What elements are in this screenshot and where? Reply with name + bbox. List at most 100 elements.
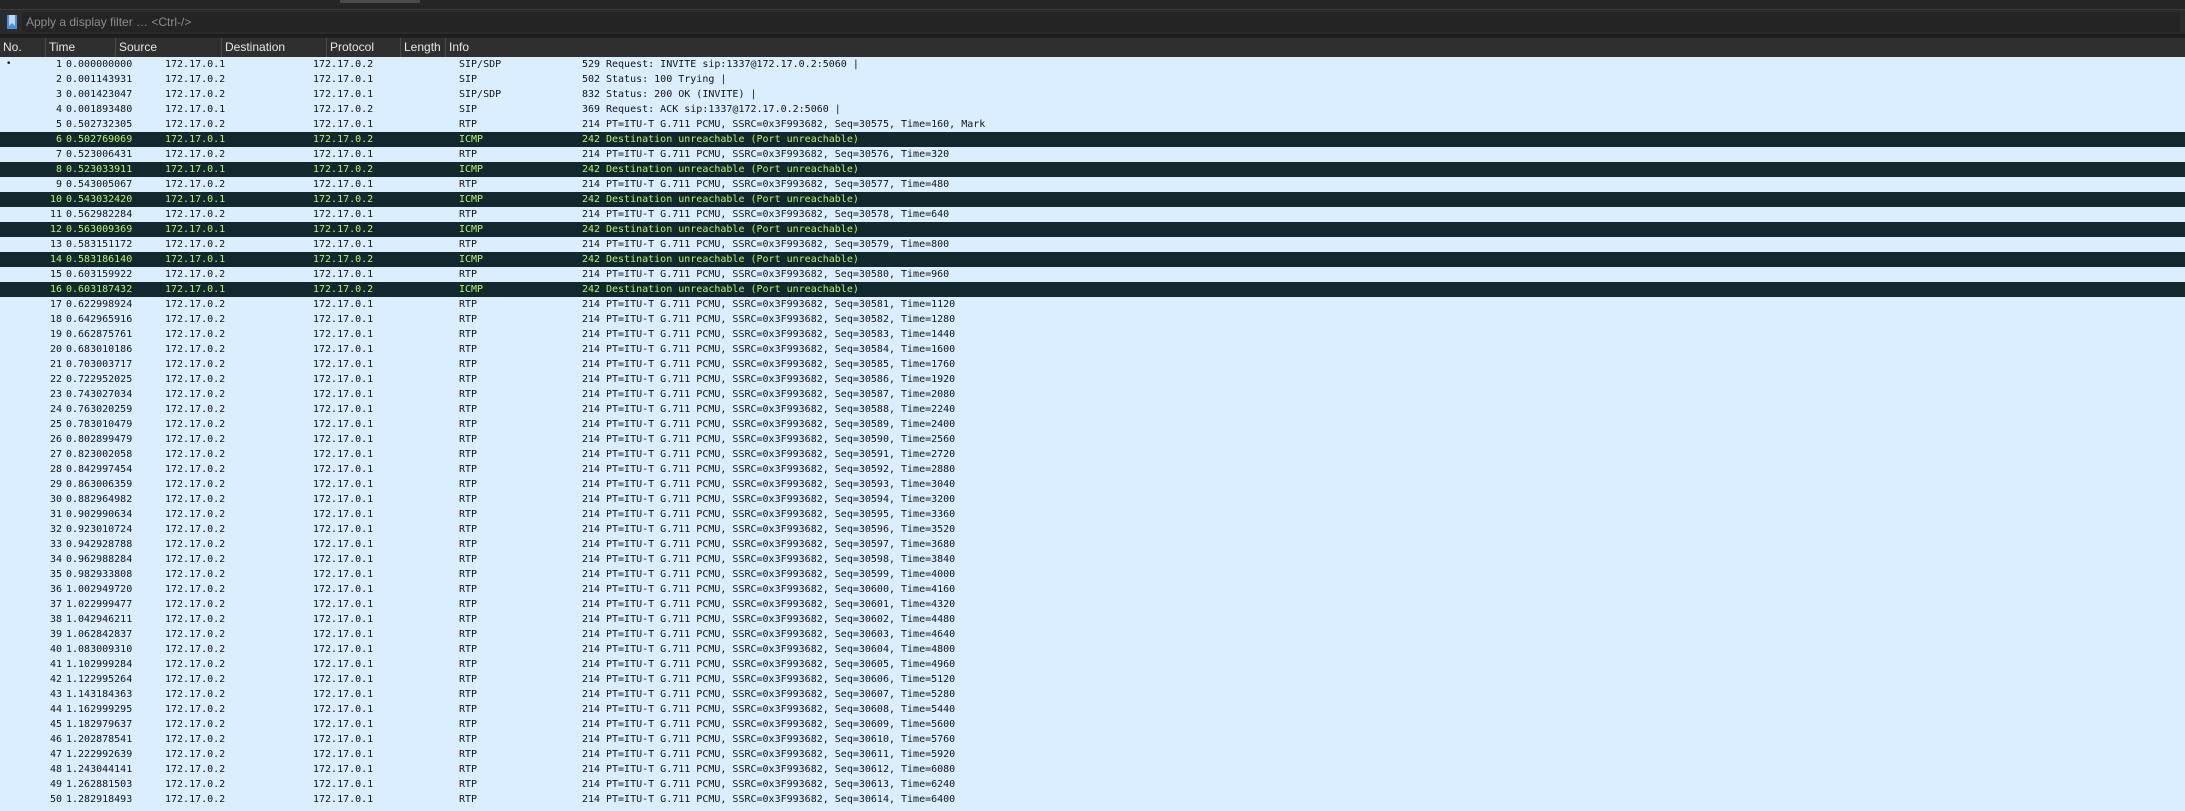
packet-row[interactable]: 38 1.042946211 172.17.0.2 172.17.0.1 RTP 214 P… — [0, 612, 2185, 627]
packet-row[interactable]: 37 1.022999477 172.17.0.2 172.17.0.1 RTP 214 P… — [0, 597, 2185, 612]
packet-row[interactable]: 8 0.523033911 172.17.0.1 172.17.0.2 ICMP 242 D… — [0, 162, 2185, 177]
packet-row[interactable]: 2 0.001143931 172.17.0.2 172.17.0.1 SIP 502 St… — [0, 72, 2185, 87]
packet-destination: 172.17.0.1 — [313, 119, 374, 130]
packet-source: 172.17.0.2 — [165, 434, 226, 445]
display-filter-input[interactable] — [22, 12, 2180, 32]
packet-row[interactable]: 49 1.262881503 172.17.0.2 172.17.0.1 RTP 214 P… — [0, 777, 2185, 792]
packet-row[interactable]: 6 0.502769069 172.17.0.1 172.17.0.2 ICMP 242 D… — [0, 132, 2185, 147]
packet-row[interactable]: 4 0.001893480 172.17.0.1 172.17.0.2 SIP 369 Re… — [0, 102, 2185, 117]
packet-row[interactable]: 17 0.622998924 172.17.0.2 172.17.0.1 RTP 214 P… — [0, 297, 2185, 312]
column-header-no[interactable]: No. — [0, 38, 46, 57]
packet-row[interactable]: 39 1.062842837 172.17.0.2 172.17.0.1 RTP 214 P… — [0, 627, 2185, 642]
packet-row[interactable]: 24 0.763020259 172.17.0.2 172.17.0.1 RTP 214 P… — [0, 402, 2185, 417]
tab-strip-hint — [340, 0, 420, 3]
packet-protocol: ICMP — [459, 254, 484, 265]
packet-row[interactable]: 29 0.863006359 172.17.0.2 172.17.0.1 RTP 214 P… — [0, 477, 2185, 492]
packet-row[interactable]: 27 0.823002058 172.17.0.2 172.17.0.1 RTP 214 P… — [0, 447, 2185, 462]
packet-time: 1.143184363 — [66, 689, 133, 700]
packet-source: 172.17.0.2 — [165, 719, 226, 730]
bookmark-icon[interactable] — [4, 13, 20, 31]
packet-row[interactable]: 42 1.122995264 172.17.0.2 172.17.0.1 RTP 214 P… — [0, 672, 2185, 687]
packet-row[interactable]: 21 0.703003717 172.17.0.2 172.17.0.1 RTP 214 P… — [0, 357, 2185, 372]
packet-row[interactable]: 26 0.802899479 172.17.0.2 172.17.0.1 RTP 214 P… — [0, 432, 2185, 447]
packet-destination: 172.17.0.1 — [313, 209, 374, 220]
packet-row[interactable]: 40 1.083009310 172.17.0.2 172.17.0.1 RTP 214 P… — [0, 642, 2185, 657]
packet-info: PT=ITU-T G.711 PCMU, SSRC=0x3F993682, Se… — [606, 329, 956, 340]
packet-info: PT=ITU-T G.711 PCMU, SSRC=0x3F993682, Se… — [606, 734, 956, 745]
packet-info: PT=ITU-T G.711 PCMU, SSRC=0x3F993682, Se… — [606, 449, 956, 460]
packet-row[interactable]: 45 1.182979637 172.17.0.2 172.17.0.1 RTP 214 P… — [0, 717, 2185, 732]
packet-row[interactable]: 47 1.222992639 172.17.0.2 172.17.0.1 RTP 214 P… — [0, 747, 2185, 762]
packet-row[interactable]: 13 0.583151172 172.17.0.2 172.17.0.1 RTP 214 P… — [0, 237, 2185, 252]
packet-row[interactable]: 5 0.502732305 172.17.0.2 172.17.0.1 RTP 214 PT… — [0, 117, 2185, 132]
packet-row[interactable]: 36 1.002949720 172.17.0.2 172.17.0.1 RTP 214 P… — [0, 582, 2185, 597]
packet-source: 172.17.0.2 — [165, 299, 226, 310]
packet-row[interactable]: 41 1.102999284 172.17.0.2 172.17.0.1 RTP 214 P… — [0, 657, 2185, 672]
packet-row[interactable]: 14 0.583186140 172.17.0.1 172.17.0.2 ICMP 242… — [0, 252, 2185, 267]
packet-row[interactable]: 20 0.683010186 172.17.0.2 172.17.0.1 RTP 214 P… — [0, 342, 2185, 357]
packet-info: PT=ITU-T G.711 PCMU, SSRC=0x3F993682, Se… — [606, 464, 956, 475]
packet-row[interactable]: 32 0.923010724 172.17.0.2 172.17.0.1 RTP 214 P… — [0, 522, 2185, 537]
packet-row[interactable]: 9 0.543005067 172.17.0.2 172.17.0.1 RTP 214 PT… — [0, 177, 2185, 192]
packet-row[interactable]: 19 0.662875761 172.17.0.2 172.17.0.1 RTP 214 P… — [0, 327, 2185, 342]
packet-time: 0.703003717 — [66, 359, 133, 370]
column-header-time[interactable]: Time — [46, 38, 116, 57]
packet-row[interactable]: 3 0.001423047 172.17.0.2 172.17.0.1 SIP/SDP 8… — [0, 87, 2185, 102]
packet-destination: 172.17.0.1 — [313, 689, 374, 700]
packet-source: 172.17.0.2 — [165, 584, 226, 595]
packet-destination: 172.17.0.1 — [313, 449, 374, 460]
packet-row[interactable]: 10 0.543032420 172.17.0.1 172.17.0.2 ICMP 242… — [0, 192, 2185, 207]
column-header-protocol[interactable]: Protocol — [327, 38, 401, 57]
column-header-length[interactable]: Length — [401, 38, 446, 57]
packet-row[interactable]: 28 0.842997454 172.17.0.2 172.17.0.1 RTP 214 P… — [0, 462, 2185, 477]
packet-no: 24 — [49, 404, 62, 415]
packet-info: PT=ITU-T G.711 PCMU, SSRC=0x3F993682, Se… — [606, 479, 956, 490]
packet-protocol: ICMP — [459, 224, 484, 235]
packet-info: Request: INVITE sip:1337@172.17.0.2:5060… — [606, 59, 859, 70]
packet-row[interactable]: 50 1.282918493 172.17.0.2 172.17.0.1 RTP 214 P… — [0, 792, 2185, 807]
packet-row[interactable]: 25 0.783010479 172.17.0.2 172.17.0.1 RTP 214 P… — [0, 417, 2185, 432]
packet-row[interactable]: 43 1.143184363 172.17.0.2 172.17.0.1 RTP 214 P… — [0, 687, 2185, 702]
column-header-destination[interactable]: Destination — [222, 38, 327, 57]
packet-length: 214 — [581, 584, 600, 595]
packet-row[interactable]: 35 0.982933808 172.17.0.2 172.17.0.1 RTP 214 P… — [0, 567, 2185, 582]
packet-destination: 172.17.0.1 — [313, 764, 374, 775]
packet-source: 172.17.0.2 — [165, 179, 226, 190]
packet-row[interactable]: 22 0.722952025 172.17.0.2 172.17.0.1 RTP 214 P… — [0, 372, 2185, 387]
packet-row[interactable]: 18 0.642965916 172.17.0.2 172.17.0.1 RTP 214 P… — [0, 312, 2185, 327]
packet-time: 0.783010479 — [66, 419, 133, 430]
packet-info: PT=ITU-T G.711 PCMU, SSRC=0x3F993682, Se… — [606, 419, 956, 430]
packet-list[interactable]: • 1 0.000000000 172.17.0.1 172.17.0.2 SIP/SDP… — [0, 57, 2185, 811]
packet-no: 42 — [49, 674, 62, 685]
packet-row[interactable]: 30 0.882964982 172.17.0.2 172.17.0.1 RTP 214 P… — [0, 492, 2185, 507]
column-header-source[interactable]: Source — [116, 38, 222, 57]
packet-info: PT=ITU-T G.711 PCMU, SSRC=0x3F993682, Se… — [606, 614, 956, 625]
packet-row[interactable]: 7 0.523006431 172.17.0.2 172.17.0.1 RTP 214 PT… — [0, 147, 2185, 162]
packet-no: 33 — [49, 539, 62, 550]
packet-no: 16 — [49, 284, 62, 295]
column-header-info[interactable]: Info — [446, 38, 2185, 57]
packet-row[interactable]: 44 1.162999295 172.17.0.2 172.17.0.1 RTP 214 P… — [0, 702, 2185, 717]
packet-destination: 172.17.0.2 — [313, 59, 374, 70]
packet-row[interactable]: 48 1.243044141 172.17.0.2 172.17.0.1 RTP 214 P… — [0, 762, 2185, 777]
packet-info: PT=ITU-T G.711 PCMU, SSRC=0x3F993682, Se… — [606, 239, 950, 250]
packet-row[interactable]: 46 1.202878541 172.17.0.2 172.17.0.1 RTP 214 P… — [0, 732, 2185, 747]
packet-no: 21 — [49, 359, 62, 370]
packet-row[interactable]: 23 0.743027034 172.17.0.2 172.17.0.1 RTP 214 P… — [0, 387, 2185, 402]
packet-row[interactable]: 11 0.562982284 172.17.0.2 172.17.0.1 RTP 214 P… — [0, 207, 2185, 222]
packet-source: 172.17.0.2 — [165, 74, 226, 85]
packet-row[interactable]: 12 0.563009369 172.17.0.1 172.17.0.2 ICMP 242… — [0, 222, 2185, 237]
packet-no: 35 — [49, 569, 62, 580]
packet-protocol: RTP — [459, 404, 478, 415]
packet-row[interactable]: 34 0.962988284 172.17.0.2 172.17.0.1 RTP 214 P… — [0, 552, 2185, 567]
packet-row[interactable]: 15 0.603159922 172.17.0.2 172.17.0.1 RTP 214 P… — [0, 267, 2185, 282]
window-top-strip — [0, 0, 2185, 10]
packet-row[interactable]: 16 0.603187432 172.17.0.1 172.17.0.2 ICMP 242… — [0, 282, 2185, 297]
packet-no: 23 — [49, 389, 62, 400]
packet-source: 172.17.0.2 — [165, 359, 226, 370]
packet-row[interactable]: • 1 0.000000000 172.17.0.1 172.17.0.2 SIP/SDP… — [0, 57, 2185, 72]
packet-row[interactable]: 33 0.942928788 172.17.0.2 172.17.0.1 RTP 214 P… — [0, 537, 2185, 552]
packet-no: 48 — [49, 764, 62, 775]
packet-row[interactable]: 31 0.902990634 172.17.0.2 172.17.0.1 RTP 214 P… — [0, 507, 2185, 522]
packet-protocol: RTP — [459, 314, 478, 325]
